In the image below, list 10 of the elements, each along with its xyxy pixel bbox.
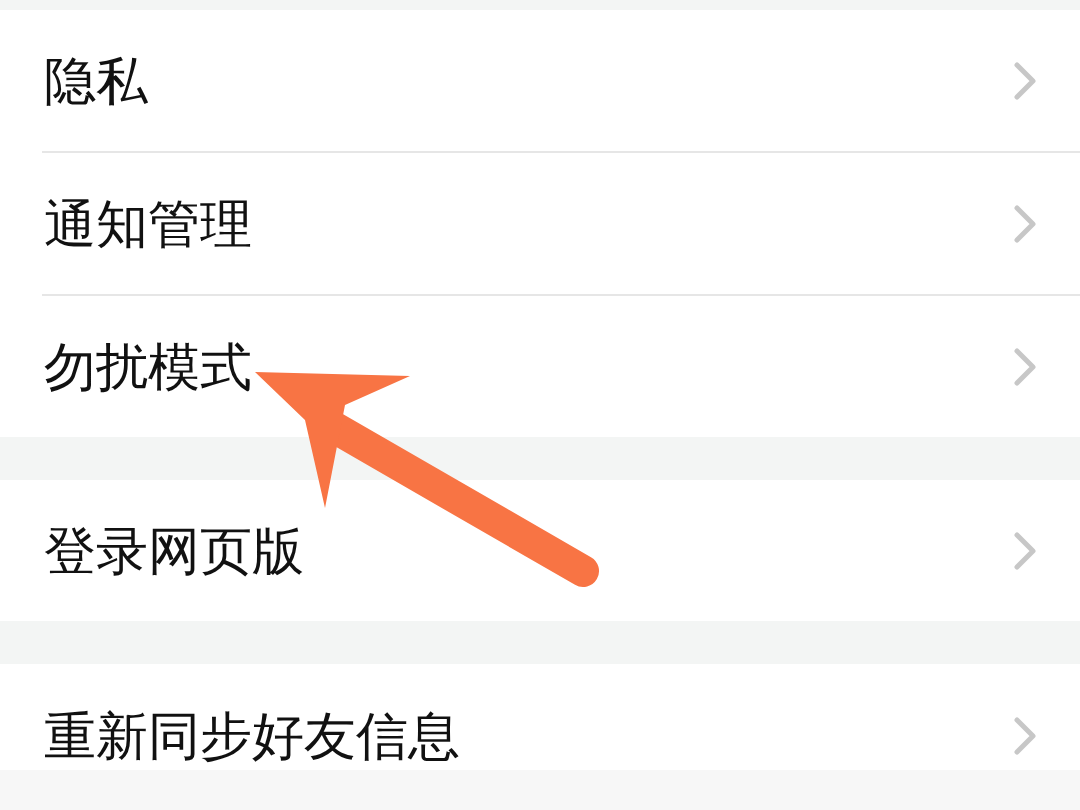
row-label: 登录网页版 [44, 520, 304, 581]
chevron-icon [1014, 61, 1036, 100]
chevron-icon [1014, 204, 1036, 243]
chevron-icon [1014, 531, 1036, 570]
row-label: 重新同步好友信息 [44, 706, 460, 766]
chevron-icon [1014, 717, 1036, 755]
row-label: 勿扰模式 [44, 336, 252, 397]
row-label: 隐私 [44, 50, 148, 111]
chevron-icon [1014, 347, 1036, 386]
row-label: 通知管理 [44, 193, 252, 254]
